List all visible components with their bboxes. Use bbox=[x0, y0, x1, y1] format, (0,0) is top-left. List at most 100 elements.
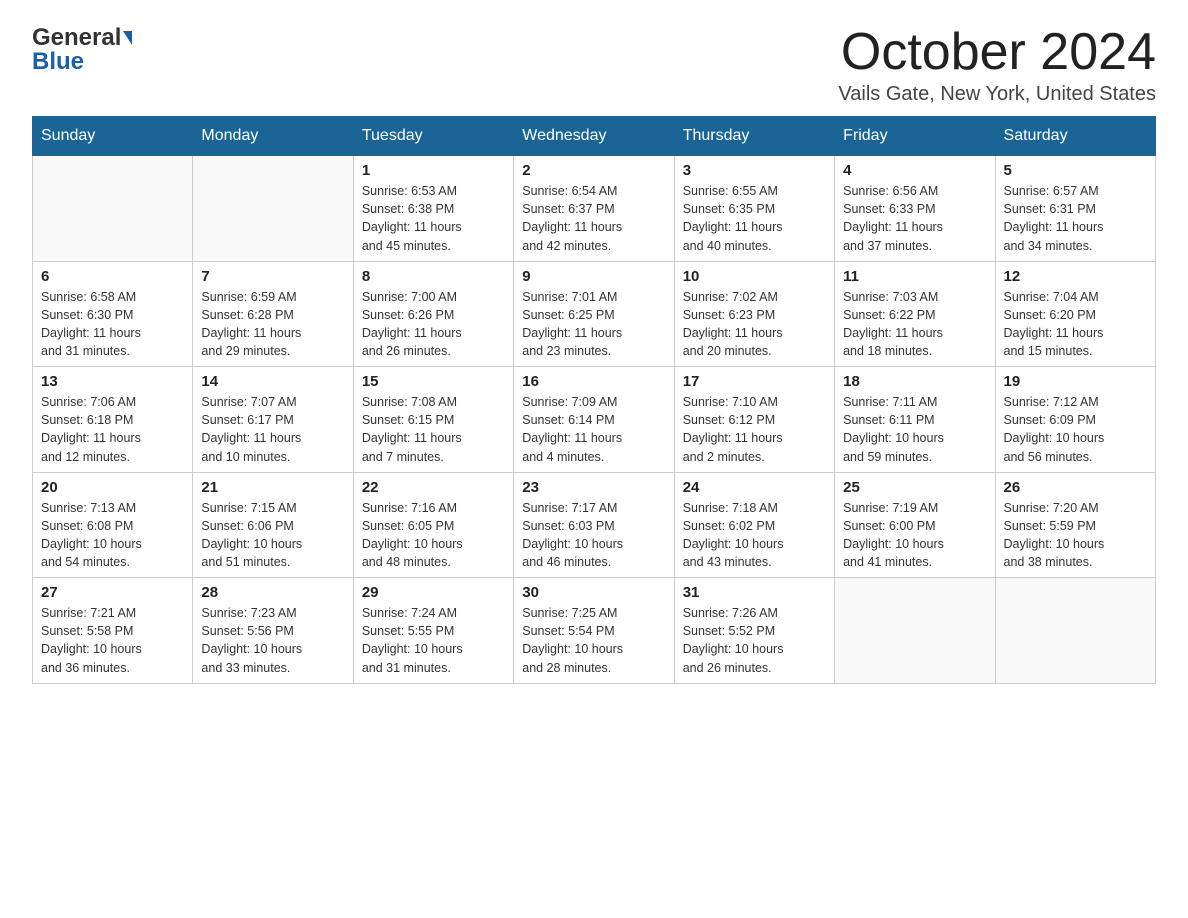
day-number: 14 bbox=[201, 373, 344, 390]
day-info: Sunrise: 6:57 AM Sunset: 6:31 PM Dayligh… bbox=[1004, 182, 1147, 255]
calendar-cell: 15 Sunrise: 7:08 AM Sunset: 6:15 PM Dayli… bbox=[353, 367, 513, 473]
day-number: 21 bbox=[201, 479, 344, 496]
day-number: 5 bbox=[1004, 162, 1147, 179]
day-info: Sunrise: 6:54 AM Sunset: 6:37 PM Dayligh… bbox=[522, 182, 665, 255]
day-info: Sunrise: 7:20 AM Sunset: 5:59 PM Dayligh… bbox=[1004, 499, 1147, 572]
calendar-cell: 7 Sunrise: 6:59 AM Sunset: 6:28 PM Daylig… bbox=[193, 261, 353, 367]
day-info: Sunrise: 7:11 AM Sunset: 6:11 PM Dayligh… bbox=[843, 393, 986, 466]
calendar-cell: 9 Sunrise: 7:01 AM Sunset: 6:25 PM Daylig… bbox=[514, 261, 674, 367]
day-number: 11 bbox=[843, 268, 986, 285]
day-info: Sunrise: 7:12 AM Sunset: 6:09 PM Dayligh… bbox=[1004, 393, 1147, 466]
day-info: Sunrise: 7:23 AM Sunset: 5:56 PM Dayligh… bbox=[201, 604, 344, 677]
day-info: Sunrise: 7:25 AM Sunset: 5:54 PM Dayligh… bbox=[522, 604, 665, 677]
calendar-cell: 11 Sunrise: 7:03 AM Sunset: 6:22 PM Dayli… bbox=[835, 261, 995, 367]
calendar-cell bbox=[193, 156, 353, 262]
column-header-tuesday: Tuesday bbox=[353, 117, 513, 156]
day-number: 29 bbox=[362, 584, 505, 601]
calendar-cell: 14 Sunrise: 7:07 AM Sunset: 6:17 PM Dayli… bbox=[193, 367, 353, 473]
day-info: Sunrise: 7:26 AM Sunset: 5:52 PM Dayligh… bbox=[683, 604, 826, 677]
day-number: 9 bbox=[522, 268, 665, 285]
calendar-cell: 31Sunrise: 7:26 AM Sunset: 5:52 PM Dayli… bbox=[674, 578, 834, 684]
calendar-cell: 23 Sunrise: 7:17 AM Sunset: 6:03 PM Dayli… bbox=[514, 472, 674, 578]
day-number: 16 bbox=[522, 373, 665, 390]
calendar-cell: 12 Sunrise: 7:04 AM Sunset: 6:20 PM Dayli… bbox=[995, 261, 1155, 367]
calendar-cell: 5 Sunrise: 6:57 AM Sunset: 6:31 PM Daylig… bbox=[995, 156, 1155, 262]
column-header-thursday: Thursday bbox=[674, 117, 834, 156]
calendar-cell: 2 Sunrise: 6:54 AM Sunset: 6:37 PM Daylig… bbox=[514, 156, 674, 262]
calendar-cell: 29Sunrise: 7:24 AM Sunset: 5:55 PM Dayli… bbox=[353, 578, 513, 684]
day-info: Sunrise: 7:07 AM Sunset: 6:17 PM Dayligh… bbox=[201, 393, 344, 466]
calendar-cell: 19 Sunrise: 7:12 AM Sunset: 6:09 PM Dayli… bbox=[995, 367, 1155, 473]
calendar-cell: 6Sunrise: 6:58 AM Sunset: 6:30 PM Daylig… bbox=[33, 261, 193, 367]
day-info: Sunrise: 7:16 AM Sunset: 6:05 PM Dayligh… bbox=[362, 499, 505, 572]
day-info: Sunrise: 7:13 AM Sunset: 6:08 PM Dayligh… bbox=[41, 499, 184, 572]
calendar-week-5: 27Sunrise: 7:21 AM Sunset: 5:58 PM Dayli… bbox=[33, 578, 1156, 684]
column-header-monday: Monday bbox=[193, 117, 353, 156]
day-number: 13 bbox=[41, 373, 184, 390]
calendar-cell bbox=[33, 156, 193, 262]
day-number: 12 bbox=[1004, 268, 1147, 285]
day-number: 23 bbox=[522, 479, 665, 496]
calendar-cell: 10 Sunrise: 7:02 AM Sunset: 6:23 PM Dayli… bbox=[674, 261, 834, 367]
calendar-cell bbox=[835, 578, 995, 684]
day-info: Sunrise: 6:53 AM Sunset: 6:38 PM Dayligh… bbox=[362, 182, 505, 255]
calendar-cell: 27Sunrise: 7:21 AM Sunset: 5:58 PM Dayli… bbox=[33, 578, 193, 684]
day-info: Sunrise: 6:58 AM Sunset: 6:30 PM Dayligh… bbox=[41, 288, 184, 361]
day-number: 10 bbox=[683, 268, 826, 285]
calendar-week-4: 20 Sunrise: 7:13 AM Sunset: 6:08 PM Dayli… bbox=[33, 472, 1156, 578]
day-number: 7 bbox=[201, 268, 344, 285]
calendar-header-row: SundayMondayTuesdayWednesdayThursdayFrid… bbox=[33, 117, 1156, 156]
calendar-week-2: 6Sunrise: 6:58 AM Sunset: 6:30 PM Daylig… bbox=[33, 261, 1156, 367]
calendar-week-3: 13 Sunrise: 7:06 AM Sunset: 6:18 PM Dayli… bbox=[33, 367, 1156, 473]
month-title: October 2024 bbox=[838, 24, 1156, 81]
day-info: Sunrise: 7:06 AM Sunset: 6:18 PM Dayligh… bbox=[41, 393, 184, 466]
calendar-cell: 8 Sunrise: 7:00 AM Sunset: 6:26 PM Daylig… bbox=[353, 261, 513, 367]
column-header-wednesday: Wednesday bbox=[514, 117, 674, 156]
page-header: General Blue October 2024 Vails Gate, Ne… bbox=[32, 24, 1156, 106]
day-number: 25 bbox=[843, 479, 986, 496]
day-number: 1 bbox=[362, 162, 505, 179]
day-info: Sunrise: 7:04 AM Sunset: 6:20 PM Dayligh… bbox=[1004, 288, 1147, 361]
day-info: Sunrise: 7:09 AM Sunset: 6:14 PM Dayligh… bbox=[522, 393, 665, 466]
calendar-cell: 16 Sunrise: 7:09 AM Sunset: 6:14 PM Dayli… bbox=[514, 367, 674, 473]
calendar-cell: 30Sunrise: 7:25 AM Sunset: 5:54 PM Dayli… bbox=[514, 578, 674, 684]
title-area: October 2024 Vails Gate, New York, Unite… bbox=[838, 24, 1156, 106]
column-header-friday: Friday bbox=[835, 117, 995, 156]
day-info: Sunrise: 7:01 AM Sunset: 6:25 PM Dayligh… bbox=[522, 288, 665, 361]
day-number: 22 bbox=[362, 479, 505, 496]
calendar-cell: 13 Sunrise: 7:06 AM Sunset: 6:18 PM Dayli… bbox=[33, 367, 193, 473]
day-number: 4 bbox=[843, 162, 986, 179]
calendar-cell: 20 Sunrise: 7:13 AM Sunset: 6:08 PM Dayli… bbox=[33, 472, 193, 578]
day-info: Sunrise: 7:17 AM Sunset: 6:03 PM Dayligh… bbox=[522, 499, 665, 572]
day-info: Sunrise: 6:59 AM Sunset: 6:28 PM Dayligh… bbox=[201, 288, 344, 361]
day-number: 26 bbox=[1004, 479, 1147, 496]
calendar-cell: 24Sunrise: 7:18 AM Sunset: 6:02 PM Dayli… bbox=[674, 472, 834, 578]
day-info: Sunrise: 6:55 AM Sunset: 6:35 PM Dayligh… bbox=[683, 182, 826, 255]
day-number: 2 bbox=[522, 162, 665, 179]
day-info: Sunrise: 7:18 AM Sunset: 6:02 PM Dayligh… bbox=[683, 499, 826, 572]
day-number: 19 bbox=[1004, 373, 1147, 390]
day-info: Sunrise: 7:02 AM Sunset: 6:23 PM Dayligh… bbox=[683, 288, 826, 361]
day-number: 3 bbox=[683, 162, 826, 179]
day-number: 8 bbox=[362, 268, 505, 285]
calendar-cell: 22 Sunrise: 7:16 AM Sunset: 6:05 PM Dayli… bbox=[353, 472, 513, 578]
day-info: Sunrise: 7:00 AM Sunset: 6:26 PM Dayligh… bbox=[362, 288, 505, 361]
calendar-cell: 3 Sunrise: 6:55 AM Sunset: 6:35 PM Daylig… bbox=[674, 156, 834, 262]
day-number: 17 bbox=[683, 373, 826, 390]
day-number: 18 bbox=[843, 373, 986, 390]
day-number: 20 bbox=[41, 479, 184, 496]
day-info: Sunrise: 7:03 AM Sunset: 6:22 PM Dayligh… bbox=[843, 288, 986, 361]
day-info: Sunrise: 6:56 AM Sunset: 6:33 PM Dayligh… bbox=[843, 182, 986, 255]
day-info: Sunrise: 7:08 AM Sunset: 6:15 PM Dayligh… bbox=[362, 393, 505, 466]
day-number: 28 bbox=[201, 584, 344, 601]
column-header-saturday: Saturday bbox=[995, 117, 1155, 156]
day-info: Sunrise: 7:21 AM Sunset: 5:58 PM Dayligh… bbox=[41, 604, 184, 677]
calendar-cell: 1 Sunrise: 6:53 AM Sunset: 6:38 PM Daylig… bbox=[353, 156, 513, 262]
calendar-cell: 21Sunrise: 7:15 AM Sunset: 6:06 PM Dayli… bbox=[193, 472, 353, 578]
calendar-cell: 26 Sunrise: 7:20 AM Sunset: 5:59 PM Dayli… bbox=[995, 472, 1155, 578]
logo-triangle-icon bbox=[123, 31, 132, 45]
calendar-week-1: 1 Sunrise: 6:53 AM Sunset: 6:38 PM Daylig… bbox=[33, 156, 1156, 262]
day-number: 15 bbox=[362, 373, 505, 390]
calendar-table: SundayMondayTuesdayWednesdayThursdayFrid… bbox=[32, 116, 1156, 684]
day-info: Sunrise: 7:19 AM Sunset: 6:00 PM Dayligh… bbox=[843, 499, 986, 572]
